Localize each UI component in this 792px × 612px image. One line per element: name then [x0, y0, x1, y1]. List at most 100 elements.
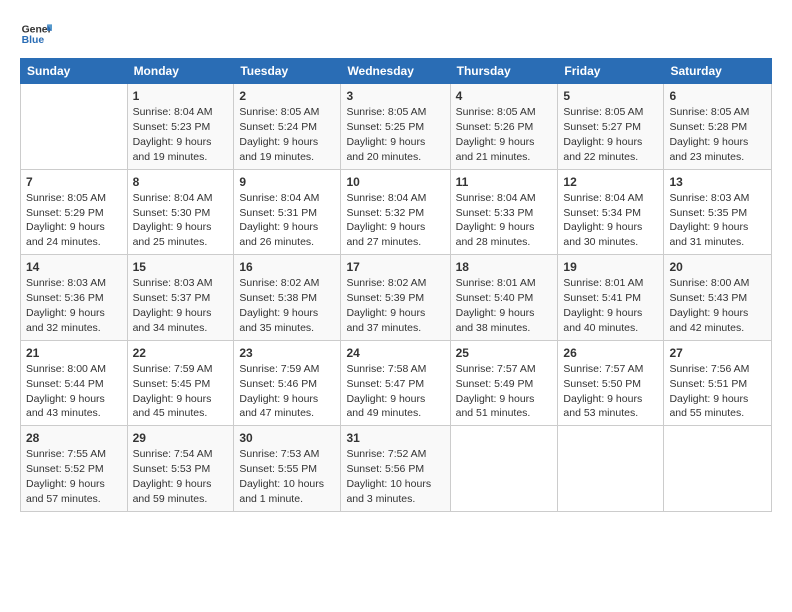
calendar-cell: 6 Sunrise: 8:05 AMSunset: 5:28 PMDaylight…	[664, 84, 772, 170]
calendar-cell: 13Sunrise: 8:03 AMSunset: 5:35 PMDayligh…	[664, 169, 772, 255]
day-number: 4	[456, 88, 553, 104]
day-number: 5	[563, 88, 658, 104]
calendar-week-row: 7 Sunrise: 8:05 AMSunset: 5:29 PMDaylight…	[21, 169, 772, 255]
header-day: Thursday	[450, 59, 558, 84]
day-number: 21	[26, 345, 122, 361]
day-number: 29	[133, 430, 229, 446]
day-number: 27	[669, 345, 766, 361]
calendar-cell	[664, 426, 772, 512]
day-number: 14	[26, 259, 122, 275]
day-number: 22	[133, 345, 229, 361]
calendar-cell: 26 Sunrise: 7:57 AMSunset: 5:50 PMDayligh…	[558, 340, 664, 426]
day-info: Sunrise: 8:00 AMSunset: 5:44 PMDaylight:…	[26, 363, 106, 420]
day-number: 18	[456, 259, 553, 275]
day-number: 30	[239, 430, 335, 446]
day-number: 2	[239, 88, 335, 104]
day-info: Sunrise: 8:03 AMSunset: 5:36 PMDaylight:…	[26, 277, 106, 334]
day-number: 9	[239, 174, 335, 190]
day-info: Sunrise: 8:00 AMSunset: 5:43 PMDaylight:…	[669, 277, 749, 334]
day-info: Sunrise: 8:04 AMSunset: 5:31 PMDaylight:…	[239, 192, 319, 249]
day-number: 13	[669, 174, 766, 190]
day-number: 25	[456, 345, 553, 361]
day-number: 16	[239, 259, 335, 275]
day-number: 1	[133, 88, 229, 104]
day-info: Sunrise: 8:04 AMSunset: 5:33 PMDaylight:…	[456, 192, 536, 249]
day-info: Sunrise: 7:59 AMSunset: 5:46 PMDaylight:…	[239, 363, 319, 420]
day-info: Sunrise: 8:05 AMSunset: 5:24 PMDaylight:…	[239, 106, 319, 163]
calendar-cell: 21 Sunrise: 8:00 AMSunset: 5:44 PMDayligh…	[21, 340, 128, 426]
day-number: 23	[239, 345, 335, 361]
calendar-cell: 30Sunrise: 7:53 AMSunset: 5:55 PMDayligh…	[234, 426, 341, 512]
calendar-cell: 16 Sunrise: 8:02 AMSunset: 5:38 PMDayligh…	[234, 255, 341, 341]
day-info: Sunrise: 8:02 AMSunset: 5:38 PMDaylight:…	[239, 277, 319, 334]
calendar-cell: 3 Sunrise: 8:05 AMSunset: 5:25 PMDaylight…	[341, 84, 450, 170]
day-info: Sunrise: 8:03 AMSunset: 5:37 PMDaylight:…	[133, 277, 213, 334]
day-info: Sunrise: 7:59 AMSunset: 5:45 PMDaylight:…	[133, 363, 213, 420]
day-info: Sunrise: 8:05 AMSunset: 5:27 PMDaylight:…	[563, 106, 643, 163]
day-number: 12	[563, 174, 658, 190]
calendar-cell: 17 Sunrise: 8:02 AMSunset: 5:39 PMDayligh…	[341, 255, 450, 341]
calendar-week-row: 28 Sunrise: 7:55 AMSunset: 5:52 PMDayligh…	[21, 426, 772, 512]
header-day: Sunday	[21, 59, 128, 84]
day-info: Sunrise: 7:56 AMSunset: 5:51 PMDaylight:…	[669, 363, 749, 420]
day-number: 7	[26, 174, 122, 190]
calendar-cell: 14 Sunrise: 8:03 AMSunset: 5:36 PMDayligh…	[21, 255, 128, 341]
header-day: Wednesday	[341, 59, 450, 84]
calendar-week-row: 1Sunrise: 8:04 AMSunset: 5:23 PMDaylight…	[21, 84, 772, 170]
day-info: Sunrise: 8:05 AMSunset: 5:28 PMDaylight:…	[669, 106, 749, 163]
calendar-cell: 20Sunrise: 8:00 AMSunset: 5:43 PMDayligh…	[664, 255, 772, 341]
day-info: Sunrise: 8:04 AMSunset: 5:34 PMDaylight:…	[563, 192, 643, 249]
calendar-cell: 18 Sunrise: 8:01 AMSunset: 5:40 PMDayligh…	[450, 255, 558, 341]
header-day: Friday	[558, 59, 664, 84]
calendar-table: SundayMondayTuesdayWednesdayThursdayFrid…	[20, 58, 772, 512]
calendar-cell: 4 Sunrise: 8:05 AMSunset: 5:26 PMDaylight…	[450, 84, 558, 170]
day-info: Sunrise: 8:02 AMSunset: 5:39 PMDaylight:…	[346, 277, 426, 334]
calendar-cell: 5 Sunrise: 8:05 AMSunset: 5:27 PMDaylight…	[558, 84, 664, 170]
day-info: Sunrise: 8:05 AMSunset: 5:26 PMDaylight:…	[456, 106, 536, 163]
calendar-cell	[21, 84, 128, 170]
calendar-cell: 9 Sunrise: 8:04 AMSunset: 5:31 PMDaylight…	[234, 169, 341, 255]
calendar-cell: 2 Sunrise: 8:05 AMSunset: 5:24 PMDaylight…	[234, 84, 341, 170]
day-info: Sunrise: 8:01 AMSunset: 5:40 PMDaylight:…	[456, 277, 536, 334]
calendar-cell: 25 Sunrise: 7:57 AMSunset: 5:49 PMDayligh…	[450, 340, 558, 426]
day-number: 15	[133, 259, 229, 275]
calendar-cell: 8 Sunrise: 8:04 AMSunset: 5:30 PMDaylight…	[127, 169, 234, 255]
calendar-week-row: 21 Sunrise: 8:00 AMSunset: 5:44 PMDayligh…	[21, 340, 772, 426]
calendar-cell: 11Sunrise: 8:04 AMSunset: 5:33 PMDayligh…	[450, 169, 558, 255]
calendar-cell: 12 Sunrise: 8:04 AMSunset: 5:34 PMDayligh…	[558, 169, 664, 255]
svg-text:Blue: Blue	[22, 35, 45, 46]
day-info: Sunrise: 8:04 AMSunset: 5:30 PMDaylight:…	[133, 192, 213, 249]
logo-icon: General Blue	[20, 18, 52, 50]
day-number: 10	[346, 174, 444, 190]
header-day: Tuesday	[234, 59, 341, 84]
day-number: 26	[563, 345, 658, 361]
day-number: 17	[346, 259, 444, 275]
day-info: Sunrise: 8:05 AMSunset: 5:25 PMDaylight:…	[346, 106, 426, 163]
calendar-cell: 28 Sunrise: 7:55 AMSunset: 5:52 PMDayligh…	[21, 426, 128, 512]
day-info: Sunrise: 8:04 AMSunset: 5:32 PMDaylight:…	[346, 192, 426, 249]
header-day: Monday	[127, 59, 234, 84]
calendar-cell: 7 Sunrise: 8:05 AMSunset: 5:29 PMDaylight…	[21, 169, 128, 255]
calendar-cell: 29 Sunrise: 7:54 AMSunset: 5:53 PMDayligh…	[127, 426, 234, 512]
day-info: Sunrise: 7:54 AMSunset: 5:53 PMDaylight:…	[133, 448, 213, 505]
day-number: 3	[346, 88, 444, 104]
day-info: Sunrise: 8:05 AMSunset: 5:29 PMDaylight:…	[26, 192, 106, 249]
calendar-cell: 1Sunrise: 8:04 AMSunset: 5:23 PMDaylight…	[127, 84, 234, 170]
calendar-week-row: 14 Sunrise: 8:03 AMSunset: 5:36 PMDayligh…	[21, 255, 772, 341]
header-day: Saturday	[664, 59, 772, 84]
day-info: Sunrise: 7:57 AMSunset: 5:50 PMDaylight:…	[563, 363, 643, 420]
day-number: 24	[346, 345, 444, 361]
day-number: 19	[563, 259, 658, 275]
day-number: 28	[26, 430, 122, 446]
calendar-cell: 22 Sunrise: 7:59 AMSunset: 5:45 PMDayligh…	[127, 340, 234, 426]
day-number: 31	[346, 430, 444, 446]
day-number: 6	[669, 88, 766, 104]
day-info: Sunrise: 7:57 AMSunset: 5:49 PMDaylight:…	[456, 363, 536, 420]
day-info: Sunrise: 8:01 AMSunset: 5:41 PMDaylight:…	[563, 277, 643, 334]
day-number: 8	[133, 174, 229, 190]
logo: General Blue	[20, 18, 56, 50]
calendar-cell: 27 Sunrise: 7:56 AMSunset: 5:51 PMDayligh…	[664, 340, 772, 426]
calendar-cell: 23 Sunrise: 7:59 AMSunset: 5:46 PMDayligh…	[234, 340, 341, 426]
calendar-cell	[558, 426, 664, 512]
day-info: Sunrise: 7:55 AMSunset: 5:52 PMDaylight:…	[26, 448, 106, 505]
